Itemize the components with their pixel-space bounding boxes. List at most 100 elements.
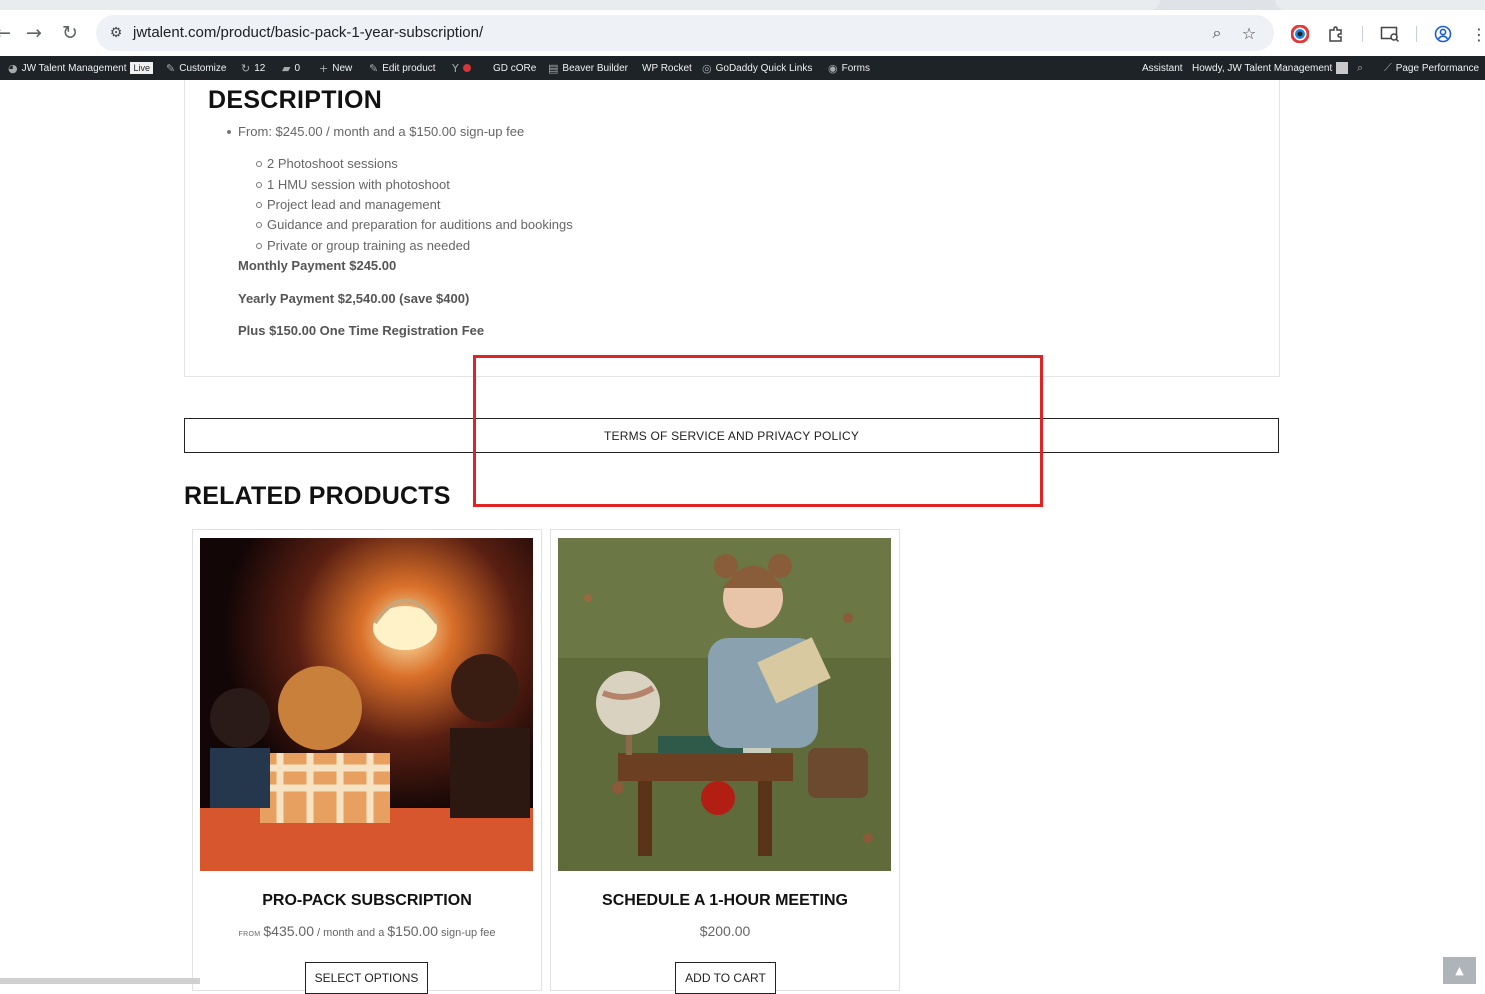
feature-item: Guidance and preparation for auditions a… — [267, 217, 573, 232]
adminbar-page-performance[interactable]: ⟋ Page Performance — [1384, 56, 1479, 80]
feature-item: 1 HMU session with photoshoot — [267, 177, 450, 192]
comment-icon: ▰ — [282, 61, 291, 75]
highlight-rectangle — [473, 355, 1043, 507]
pencil-icon: ✎ — [369, 61, 379, 75]
bullet — [256, 243, 262, 249]
gd-core-label: GD cORe — [493, 62, 537, 74]
bullet — [256, 182, 262, 188]
adminbar-forms[interactable]: ◉ Forms — [828, 56, 870, 80]
adminbar-beaver-builder[interactable]: ▤ Beaver Builder — [548, 56, 628, 80]
browser-tab[interactable] — [1275, 0, 1485, 10]
price-amount: $200.00 — [699, 923, 751, 939]
product-price: FROM $435.00 / month and a $150.00 sign-… — [193, 923, 541, 939]
back-icon[interactable]: ← — [0, 20, 16, 46]
edit-product-label: Edit product — [382, 62, 436, 74]
adminbar-yoast[interactable]: Y — [452, 56, 471, 80]
chart-icon: ⟋ — [1384, 61, 1392, 74]
adminbar-site-name[interactable]: ◕ JW Talent Management Live — [8, 56, 153, 80]
wp-admin-bar: ◕ JW Talent Management Live ✎ Customize … — [0, 56, 1485, 80]
adminbar-assistant[interactable]: Assistant — [1142, 56, 1183, 80]
product-title[interactable]: PRO-PACK SUBSCRIPTION — [193, 892, 541, 910]
product-title[interactable]: SCHEDULE A 1-HOUR MEETING — [551, 892, 899, 910]
bullet — [256, 222, 262, 228]
adminbar-new[interactable]: + New — [319, 56, 352, 80]
browser-tab-strip — [0, 0, 1485, 10]
cast-search-icon[interactable] — [1379, 23, 1401, 45]
adminbar-customize[interactable]: ✎ Customize — [166, 56, 226, 80]
seo-status-dot — [462, 64, 471, 72]
plus-icon: + — [319, 61, 329, 75]
product-price: $200.00 — [551, 923, 899, 939]
horizontal-scrollbar[interactable] — [0, 978, 200, 984]
yearly-payment: Yearly Payment $2,540.00 (save $400) — [238, 291, 470, 306]
feature-item: Private or group training as needed — [267, 238, 471, 253]
adminbar-godaddy-links[interactable]: ◎ GoDaddy Quick Links — [702, 56, 812, 80]
price-from-label: FROM — [238, 931, 261, 938]
search-icon: ⌕ — [1357, 61, 1364, 74]
site-settings-icon[interactable]: ⚙ — [106, 23, 126, 43]
forward-icon[interactable]: → — [21, 20, 47, 46]
add-to-cart-button[interactable]: ADD TO CART — [675, 962, 776, 994]
browser-toolbar: ← → ↻ ⚙ jwtalent.com/product/basic-pack-… — [0, 10, 1485, 56]
related-products-heading: RELATED PRODUCTS — [184, 482, 451, 510]
brush-icon: ✎ — [166, 61, 176, 75]
price-from-line: From: $245.00 / month and a $150.00 sign… — [238, 124, 525, 139]
profile-icon[interactable] — [1432, 23, 1454, 45]
avatar — [1336, 62, 1349, 74]
browser-menu-icon[interactable]: ⋮ — [1468, 23, 1485, 45]
live-badge: Live — [130, 62, 153, 74]
adminbar-updates[interactable]: ↻ 12 — [241, 56, 265, 80]
bullet — [256, 161, 262, 167]
scroll-to-top-button[interactable]: ▲ — [1443, 957, 1476, 984]
product-image[interactable] — [200, 538, 533, 871]
godaddy-links-label: GoDaddy Quick Links — [715, 62, 813, 74]
customize-label: Customize — [179, 62, 227, 74]
address-bar[interactable]: ⚙ jwtalent.com/product/basic-pack-1-year… — [96, 15, 1274, 51]
beaver-builder-label: Beaver Builder — [562, 62, 628, 74]
fee-amount: $150.00 — [387, 923, 438, 939]
bookmark-star-icon[interactable]: ☆ — [1238, 22, 1260, 44]
forms-icon: ◉ — [828, 61, 838, 75]
builder-icon: ▤ — [548, 61, 559, 75]
reload-icon[interactable]: ↻ — [57, 20, 83, 46]
product-image[interactable] — [558, 538, 891, 871]
forms-label: Forms — [841, 62, 870, 74]
adminbar-gd-core[interactable]: GD cORe — [493, 56, 536, 80]
url-text[interactable]: jwtalent.com/product/basic-pack-1-year-s… — [133, 24, 483, 41]
assistant-label: Assistant — [1142, 62, 1183, 74]
adminbar-search[interactable]: ⌕ — [1357, 56, 1363, 80]
updates-icon: ↻ — [241, 61, 251, 75]
page-performance-label: Page Performance — [1395, 62, 1480, 74]
product-card-meeting: SCHEDULE A 1-HOUR MEETING $200.00 ADD TO… — [550, 529, 900, 994]
extensions-puzzle-icon[interactable] — [1325, 23, 1347, 45]
color-extension-icon[interactable] — [1289, 23, 1311, 45]
price-mid-text: / month and a — [314, 927, 388, 939]
price-suffix-text: sign-up fee — [438, 927, 496, 939]
select-options-button[interactable]: SELECT OPTIONS — [305, 962, 428, 994]
adminbar-comments[interactable]: ▰ 0 — [282, 56, 300, 80]
toolbar-divider — [1362, 26, 1363, 42]
adminbar-edit-product[interactable]: ✎ Edit product — [369, 56, 436, 80]
product-card-pro-pack: PRO-PACK SUBSCRIPTION FROM $435.00 / mon… — [192, 529, 542, 994]
new-label: New — [332, 62, 353, 74]
yoast-icon: Y — [452, 61, 459, 75]
site-name-label: JW Talent Management — [21, 62, 127, 74]
browser-active-tab[interactable] — [0, 0, 1160, 10]
bullet — [256, 202, 262, 208]
adminbar-account[interactable]: Howdy, JW Talent Management — [1192, 56, 1349, 80]
feature-item: 2 Photoshoot sessions — [267, 156, 398, 171]
dashboard-icon: ◕ — [8, 61, 18, 75]
comments-count: 0 — [294, 62, 301, 74]
toolbar-divider — [1416, 26, 1417, 42]
adminbar-wp-rocket[interactable]: WP Rocket — [642, 56, 692, 80]
price-amount: $435.00 — [263, 923, 314, 939]
bullet — [227, 130, 231, 134]
updates-count: 12 — [254, 62, 266, 74]
monthly-payment: Monthly Payment $245.00 — [238, 258, 397, 273]
zoom-icon[interactable]: ⌕ — [1206, 22, 1228, 44]
godaddy-icon: ◎ — [702, 61, 712, 75]
description-heading: DESCRIPTION — [208, 86, 383, 114]
registration-fee: Plus $150.00 One Time Registration Fee — [238, 323, 485, 338]
howdy-label: Howdy, JW Talent Management — [1192, 62, 1333, 74]
feature-item: Project lead and management — [267, 197, 441, 212]
